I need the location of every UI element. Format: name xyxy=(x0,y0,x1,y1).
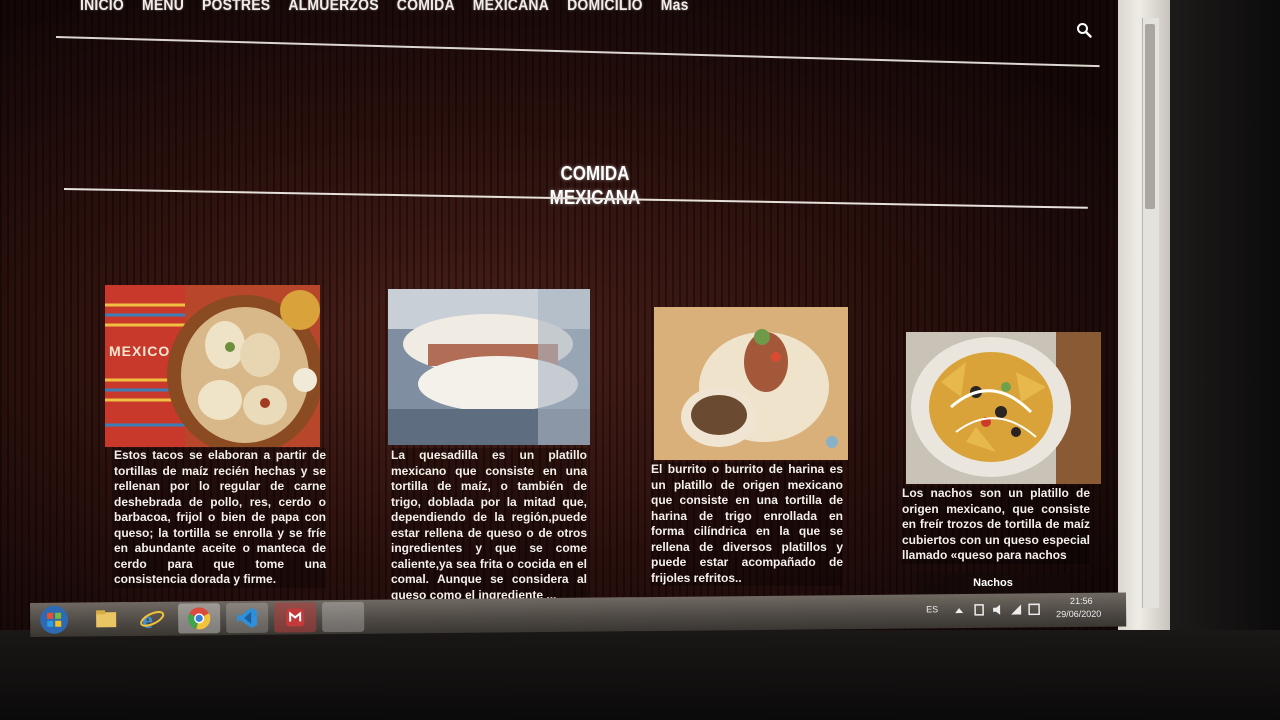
nachos-description: Los nachos son un platillo de origen mex… xyxy=(902,486,1090,564)
start-button[interactable] xyxy=(36,605,72,635)
burrito-image xyxy=(654,307,848,460)
clock-date[interactable]: 29/06/2020 xyxy=(1056,609,1101,619)
nav-item-mexicana[interactable]: MEXICANA xyxy=(473,0,549,13)
flag-icon[interactable] xyxy=(974,604,986,616)
taskbar-app-blank[interactable] xyxy=(322,601,365,633)
chrome-icon xyxy=(188,607,211,630)
taskbar-chrome[interactable] xyxy=(178,603,221,634)
quesadilla-image xyxy=(388,289,590,445)
volume-icon[interactable] xyxy=(992,604,1004,616)
network-icon[interactable] xyxy=(1010,603,1022,615)
page-scrollbar[interactable] xyxy=(1142,18,1159,608)
tacos-description: Estos tacos se elaboran a partir de tort… xyxy=(114,448,326,588)
windows-logo-icon xyxy=(40,605,69,634)
search-icon[interactable] xyxy=(1076,22,1092,38)
clock-time[interactable]: 21:56 xyxy=(1070,596,1093,606)
taskbar-app-red[interactable] xyxy=(274,602,317,633)
nav-item-mas[interactable]: Mas xyxy=(661,0,689,13)
scrollbar-thumb[interactable] xyxy=(1145,24,1155,209)
main-nav: INICIO MENU POSTRES ALMUERZOS COMIDA MEX… xyxy=(80,0,707,13)
nav-item-domicilio[interactable]: DOMICILIO xyxy=(567,0,643,13)
taskbar-explorer[interactable] xyxy=(88,604,124,634)
browser-viewport: INICIO MENU POSTRES ALMUERZOS COMIDA MEX… xyxy=(0,0,1160,630)
nachos-image xyxy=(906,332,1101,484)
nav-item-postres[interactable]: POSTRES xyxy=(202,0,270,13)
nachos-caption[interactable]: Nachos xyxy=(916,573,1070,593)
nav-divider xyxy=(55,36,1100,68)
nav-item-comida[interactable]: COMIDA xyxy=(397,0,455,13)
mexico-label: MEXICO xyxy=(109,343,171,359)
action-center-icon[interactable] xyxy=(1028,603,1040,616)
nav-item-inicio[interactable]: INICIO xyxy=(80,0,124,13)
tacos-image: MEXICO xyxy=(105,285,320,447)
burrito-description: El burrito o burrito de harina es un pla… xyxy=(651,462,843,586)
taskbar-ie[interactable]: e xyxy=(132,604,172,634)
folder-icon xyxy=(96,610,117,628)
internet-explorer-icon: e xyxy=(140,608,165,632)
app-icon xyxy=(286,608,305,627)
show-hidden-icons-icon[interactable] xyxy=(955,607,964,615)
nav-item-almuerzos[interactable]: ALMUERZOS xyxy=(288,0,378,13)
vscode-icon xyxy=(237,607,258,628)
language-indicator[interactable]: ES xyxy=(926,604,938,614)
quesadilla-description: La quesadilla es un platillo mexicano qu… xyxy=(391,448,587,603)
monitor-frame-right xyxy=(1170,0,1280,720)
monitor-frame-bottom xyxy=(0,630,1280,720)
page-title: COMIDA MEXICANA xyxy=(550,162,641,209)
taskbar-vscode[interactable] xyxy=(226,602,269,634)
nav-item-menu[interactable]: MENU xyxy=(142,0,184,13)
